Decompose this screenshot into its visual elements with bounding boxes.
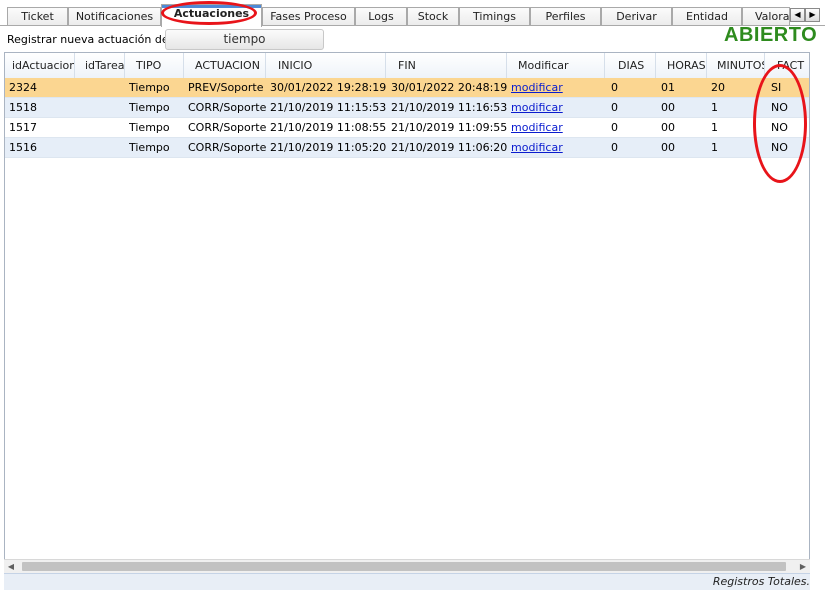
scroll-left-button[interactable]: ◀ [4,560,18,573]
cell-tipo: Tiempo [129,81,170,94]
cell-horas: 01 [661,81,675,94]
cell-dias: 0 [611,121,618,134]
cell-horas: 00 [661,121,675,134]
table-row[interactable]: 1517 Tiempo CORR/Soporte 21/10/2019 11:0… [5,118,809,138]
actuaciones-page: Ticket Notificaciones Actuaciones Fases … [0,0,825,599]
tab-scroll-left-button[interactable]: ◀ [790,8,805,22]
cell-fact: NO [771,121,788,134]
tab-derivar[interactable]: Derivar [601,7,672,25]
cell-dias: 0 [611,141,618,154]
records-total-label: Registros Totales. [712,575,810,588]
table-row[interactable]: 2324 Tiempo PREV/Soporte 30/01/2022 19:2… [5,78,809,98]
cell-fin: 30/01/2022 20:48:19 [391,81,508,94]
cell-tipo: Tiempo [129,141,170,154]
cell-horas: 00 [661,101,675,114]
tab-scroll-right-button[interactable]: ▶ [805,8,820,22]
scrollbar-thumb[interactable] [22,562,786,571]
column-header-horas[interactable]: HORAS [656,53,707,78]
cell-tipo: Tiempo [129,121,170,134]
modificar-link[interactable]: modificar [511,98,563,118]
cell-fact: SI [771,81,782,94]
arrow-left-icon: ◀ [794,10,801,19]
register-tiempo-button[interactable]: tiempo [165,29,324,50]
cell-fact: NO [771,141,788,154]
tab-strip: Ticket Notificaciones Actuaciones Fases … [0,0,825,27]
column-header-inicio[interactable]: INICIO [266,53,386,78]
grid-footer: Registros Totales. [4,573,810,590]
cell-horas: 00 [661,141,675,154]
column-header-modificar[interactable]: Modificar [507,53,605,78]
cell-actuacion: CORR/Soporte [188,101,267,114]
table-row[interactable]: 1518 Tiempo CORR/Soporte 21/10/2019 11:1… [5,98,809,118]
arrow-right-icon: ▶ [799,562,807,571]
modificar-link[interactable]: modificar [511,138,563,158]
cell-idactuacion: 2324 [9,81,37,94]
column-header-fact[interactable]: FACT [765,53,809,78]
tab-divider [0,25,825,26]
cell-tipo: Tiempo [129,101,170,114]
tab-perfiles[interactable]: Perfiles [530,7,601,25]
actuaciones-grid: idActuacion idTarea TIPO ACTUACION INICI… [4,52,810,590]
cell-idactuacion: 1517 [9,121,37,134]
cell-idactuacion: 1518 [9,101,37,114]
cell-fact: NO [771,101,788,114]
column-header-tipo[interactable]: TIPO [125,53,184,78]
register-label: Registrar nueva actuación de: [7,33,173,46]
cell-actuacion: CORR/Soporte [188,121,267,134]
horizontal-scrollbar[interactable]: ◀ ▶ [4,559,810,573]
cell-minutos: 1 [711,101,718,114]
tab-entidad[interactable]: Entidad [672,7,742,25]
cell-dias: 0 [611,81,618,94]
column-header-idtarea[interactable]: idTarea [75,53,125,78]
cell-minutos: 1 [711,121,718,134]
cell-actuacion: CORR/Soporte [188,141,267,154]
cell-inicio: 21/10/2019 11:15:53 [270,101,387,114]
column-header-actuacion[interactable]: ACTUACION [184,53,266,78]
tab-timings[interactable]: Timings [459,7,530,25]
cell-actuacion: PREV/Soporte [188,81,264,94]
column-header-idactuacion[interactable]: idActuacion [5,53,75,78]
cell-fin: 21/10/2019 11:06:20 [391,141,508,154]
column-header-minutos[interactable]: MINUTOS [707,53,765,78]
tab-logs[interactable]: Logs [355,7,407,25]
tab-stock[interactable]: Stock [407,7,459,25]
scroll-right-button[interactable]: ▶ [796,560,810,573]
status-label: ABIERTO [724,24,818,46]
cell-dias: 0 [611,101,618,114]
cell-fin: 21/10/2019 11:09:55 [391,121,508,134]
tab-ticket[interactable]: Ticket [7,7,68,25]
column-header-fin[interactable]: FIN [386,53,507,78]
cell-minutos: 20 [711,81,725,94]
cell-fin: 21/10/2019 11:16:53 [391,101,508,114]
arrow-right-icon: ▶ [809,10,816,19]
table-row[interactable]: 1516 Tiempo CORR/Soporte 21/10/2019 11:0… [5,138,809,158]
arrow-left-icon: ◀ [7,562,15,571]
grid-header: idActuacion idTarea TIPO ACTUACION INICI… [5,53,809,79]
cell-inicio: 21/10/2019 11:05:20 [270,141,387,154]
cell-idactuacion: 1516 [9,141,37,154]
tab-valoracion[interactable]: Valoraci [742,7,790,25]
cell-inicio: 30/01/2022 19:28:19 [270,81,387,94]
tab-actuaciones[interactable]: Actuaciones [161,4,262,27]
tab-notificaciones[interactable]: Notificaciones [68,7,161,25]
modificar-link[interactable]: modificar [511,78,563,98]
cell-inicio: 21/10/2019 11:08:55 [270,121,387,134]
column-header-dias[interactable]: DIAS [605,53,656,78]
tab-fases-proceso[interactable]: Fases Proceso [262,7,355,25]
cell-minutos: 1 [711,141,718,154]
modificar-link[interactable]: modificar [511,118,563,138]
